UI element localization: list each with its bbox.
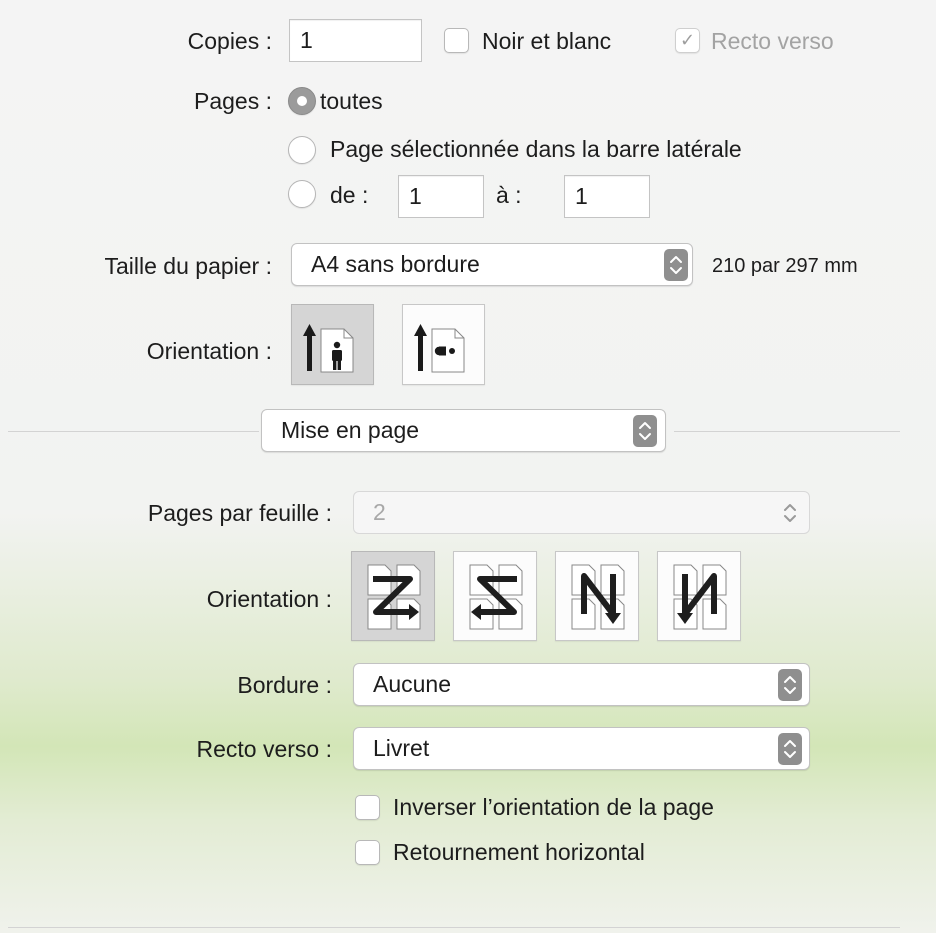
pages-all-label: toutes xyxy=(320,88,383,114)
portrait-orientation-icon xyxy=(303,324,354,373)
paper-dimensions: 210 par 297 mm xyxy=(712,255,858,277)
z-layout-icon xyxy=(367,564,421,630)
reverse-n-layout-icon xyxy=(571,564,625,630)
pages-all-radio[interactable] xyxy=(288,87,316,115)
noir-et-blanc-label: Noir et blanc xyxy=(482,28,612,54)
two-sided-value: Livret xyxy=(373,735,430,761)
pages-to-label: à : xyxy=(496,182,522,208)
n-layout-icon xyxy=(673,564,727,630)
bottom-separator xyxy=(8,927,900,928)
landscape-orientation-icon xyxy=(414,324,465,373)
recto-verso-label: Recto verso xyxy=(711,28,834,54)
border-value: Aucune xyxy=(373,671,452,697)
two-sided-popup[interactable]: Livret xyxy=(353,727,810,770)
layout-direction-label: Orientation : xyxy=(206,586,332,612)
pages-to-field[interactable]: 1 xyxy=(564,175,650,218)
border-label: Bordure : xyxy=(237,672,332,698)
paper-size-value: A4 sans bordure xyxy=(311,251,480,277)
copies-label: Copies : xyxy=(187,28,272,54)
paper-size-stepper-icon xyxy=(664,249,688,281)
pages-per-sheet-value: 2 xyxy=(373,499,386,525)
reverse-orientation-checkbox[interactable] xyxy=(355,795,380,820)
separator-left xyxy=(8,431,259,432)
n-layout-button[interactable] xyxy=(657,551,741,641)
paper-size-label: Taille du papier : xyxy=(104,253,273,279)
border-stepper-icon xyxy=(778,669,802,701)
two-sided-stepper-icon xyxy=(778,733,802,765)
section-popup[interactable]: Mise en page xyxy=(261,409,666,452)
portrait-orientation-button[interactable] xyxy=(291,304,374,385)
section-popup-value: Mise en page xyxy=(281,417,420,443)
pages-selected-label: Page sélectionnée dans la barre latérale xyxy=(330,136,742,162)
reverse-z-layout-button[interactable] xyxy=(453,551,537,641)
pages-range-radio[interactable] xyxy=(288,180,316,208)
paper-size-popup[interactable]: A4 sans bordure xyxy=(291,243,693,286)
separator-right xyxy=(674,431,900,432)
border-popup[interactable]: Aucune xyxy=(353,663,810,706)
z-layout-button[interactable] xyxy=(351,551,435,641)
flip-horizontal-label: Retournement horizontal xyxy=(393,839,645,865)
pages-per-sheet-label: Pages par feuille : xyxy=(147,500,332,526)
pages-label: Pages : xyxy=(194,88,272,114)
pages-from-field[interactable]: 1 xyxy=(398,175,484,218)
reverse-z-layout-icon xyxy=(469,564,523,630)
pages-range-label: de : xyxy=(330,182,369,208)
flip-horizontal-checkbox[interactable] xyxy=(355,840,380,865)
orientation-label: Orientation : xyxy=(146,338,272,364)
pages-per-sheet-stepper-icon xyxy=(778,497,802,529)
recto-verso-checkbox[interactable]: ✓ xyxy=(675,28,700,53)
pages-per-sheet-popup[interactable]: 2 xyxy=(353,491,810,534)
pages-selected-radio[interactable] xyxy=(288,136,316,164)
section-stepper-icon xyxy=(633,415,657,447)
reverse-orientation-label: Inverser l’orientation de la page xyxy=(393,794,714,820)
reverse-n-layout-button[interactable] xyxy=(555,551,639,641)
noir-et-blanc-checkbox[interactable] xyxy=(444,28,469,53)
landscape-orientation-button[interactable] xyxy=(402,304,485,385)
copies-field[interactable]: 1 xyxy=(289,19,422,62)
two-sided-label: Recto verso : xyxy=(196,736,333,762)
